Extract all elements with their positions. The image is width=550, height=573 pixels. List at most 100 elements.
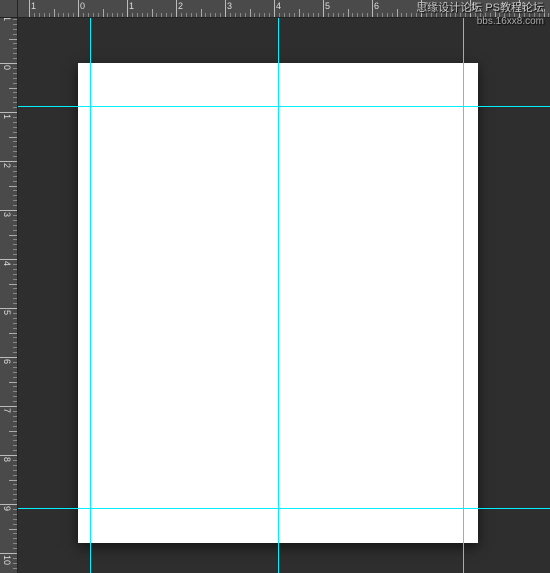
- ruler-tick-minor: [68, 13, 69, 17]
- ruler-tick-minor: [13, 558, 17, 559]
- ruler-tick-major: [323, 0, 324, 18]
- ruler-tick-minor: [103, 9, 104, 17]
- ruler-tick-minor: [98, 13, 99, 17]
- ruler-tick-minor: [245, 13, 246, 17]
- ruler-tick-minor: [495, 9, 496, 17]
- ruler-tick-minor: [13, 254, 17, 255]
- ruler-tick-minor: [13, 107, 17, 108]
- ruler-tick-minor: [431, 13, 432, 17]
- guide-vertical[interactable]: [463, 18, 464, 573]
- ruler-tick-minor: [441, 13, 442, 17]
- guide-horizontal[interactable]: [18, 106, 550, 107]
- ruler-label: 0: [80, 1, 85, 11]
- ruler-label: 8: [2, 457, 12, 462]
- ruler-tick-minor: [416, 13, 417, 17]
- ruler-tick-minor: [13, 435, 17, 436]
- ruler-tick-minor: [205, 13, 206, 17]
- ruler-tick-major: [0, 308, 18, 309]
- ruler-tick-major: [0, 455, 18, 456]
- ruler-tick-minor: [13, 122, 17, 123]
- ruler-tick-minor: [13, 538, 17, 539]
- ruler-label: 7: [423, 1, 428, 11]
- ruler-tick-minor: [352, 13, 353, 17]
- ruler-label: 9: [2, 506, 12, 511]
- ruler-tick-minor: [13, 215, 17, 216]
- ruler-tick-major: [0, 210, 18, 211]
- ruler-label: 1: [2, 18, 12, 21]
- ruler-tick-minor: [58, 13, 59, 17]
- ruler-tick-minor: [13, 68, 17, 69]
- ruler-tick-major: [0, 406, 18, 407]
- guide-horizontal[interactable]: [18, 508, 550, 509]
- vertical-ruler[interactable]: 1012345678910: [0, 18, 18, 573]
- ruler-tick-minor: [13, 499, 17, 500]
- ruler-tick-minor: [166, 13, 167, 17]
- ruler-tick-major: [519, 0, 520, 18]
- horizontal-ruler[interactable]: 1012345678910: [18, 0, 550, 18]
- ruler-tick-minor: [524, 13, 525, 17]
- ruler-tick-minor: [13, 230, 17, 231]
- ruler-tick-minor: [509, 13, 510, 17]
- ruler-tick-minor: [240, 13, 241, 17]
- ruler-tick-minor: [13, 298, 17, 299]
- ruler-tick-minor: [9, 235, 17, 236]
- ruler-tick-minor: [13, 470, 17, 471]
- ruler-tick-minor: [201, 9, 202, 17]
- ruler-tick-minor: [13, 220, 17, 221]
- ruler-tick-minor: [357, 13, 358, 17]
- ruler-tick-minor: [13, 205, 17, 206]
- ruler-tick-minor: [455, 13, 456, 17]
- ruler-tick-minor: [13, 445, 17, 446]
- ruler-tick-minor: [13, 465, 17, 466]
- ruler-tick-minor: [13, 171, 17, 172]
- ruler-tick-minor: [13, 78, 17, 79]
- ruler-tick-minor: [13, 548, 17, 549]
- ruler-tick-minor: [13, 411, 17, 412]
- ruler-tick-minor: [514, 13, 515, 17]
- ruler-tick-minor: [13, 249, 17, 250]
- ruler-label: 6: [2, 359, 12, 364]
- ruler-tick-minor: [13, 568, 17, 569]
- ruler-tick-minor: [13, 92, 17, 93]
- ruler-tick-minor: [13, 460, 17, 461]
- ruler-tick-minor: [9, 333, 17, 334]
- ruler-tick-minor: [548, 13, 549, 17]
- ruler-tick-minor: [13, 293, 17, 294]
- ruler-tick-major: [0, 112, 18, 113]
- ruler-tick-minor: [83, 13, 84, 17]
- ruler-tick-minor: [132, 13, 133, 17]
- ruler-tick-minor: [13, 279, 17, 280]
- ruler-tick-minor: [9, 480, 17, 481]
- ruler-tick-minor: [13, 514, 17, 515]
- ruler-tick-minor: [13, 19, 17, 20]
- ruler-tick-minor: [156, 13, 157, 17]
- ruler-tick-minor: [112, 13, 113, 17]
- ruler-tick-minor: [13, 543, 17, 544]
- ruler-tick-minor: [54, 9, 55, 17]
- ruler-tick-minor: [13, 337, 17, 338]
- ruler-tick-minor: [367, 13, 368, 17]
- ruler-label: 4: [2, 261, 12, 266]
- ruler-tick-minor: [499, 13, 500, 17]
- ruler-tick-minor: [377, 13, 378, 17]
- canvas-area[interactable]: [18, 18, 550, 573]
- ruler-tick-minor: [13, 391, 17, 392]
- ruler-tick-major: [0, 553, 18, 554]
- ruler-tick-minor: [44, 13, 45, 17]
- guide-vertical[interactable]: [278, 18, 279, 573]
- ruler-tick-minor: [264, 13, 265, 17]
- ruler-tick-minor: [122, 13, 123, 17]
- ruler-tick-minor: [13, 372, 17, 373]
- guide-vertical[interactable]: [90, 18, 91, 573]
- ruler-tick-minor: [259, 13, 260, 17]
- ruler-tick-minor: [343, 13, 344, 17]
- ruler-tick-minor: [13, 24, 17, 25]
- ruler-tick-minor: [294, 13, 295, 17]
- ruler-tick-minor: [13, 377, 17, 378]
- ruler-tick-minor: [13, 426, 17, 427]
- ruler-tick-minor: [397, 9, 398, 17]
- ruler-tick-minor: [13, 519, 17, 520]
- ruler-tick-minor: [13, 563, 17, 564]
- ruler-tick-minor: [401, 13, 402, 17]
- ruler-tick-minor: [13, 509, 17, 510]
